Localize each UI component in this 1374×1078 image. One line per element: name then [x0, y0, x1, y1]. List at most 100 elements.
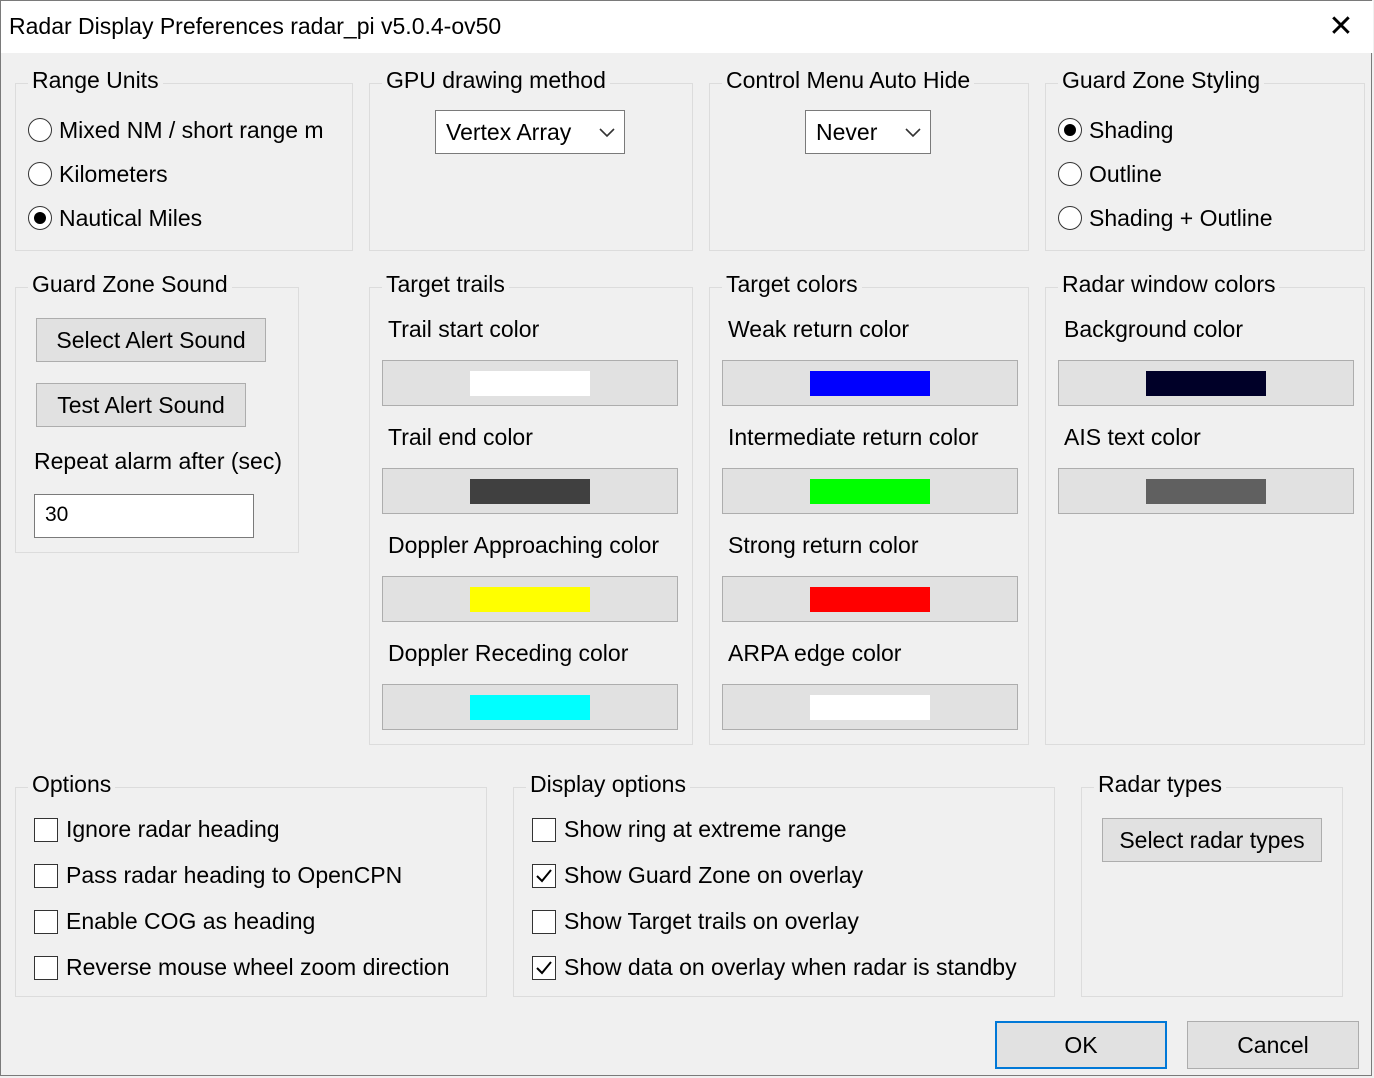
color-swatch — [810, 587, 930, 612]
ais-text-color-label: AIS text color — [1064, 424, 1201, 450]
strong-return-color-label: Strong return color — [728, 532, 919, 558]
control-menu-select[interactable]: Never — [805, 110, 931, 154]
chevron-down-icon — [599, 128, 615, 138]
control-menu-select-value: Never — [816, 119, 878, 145]
close-icon[interactable]: ✕ — [1323, 9, 1359, 45]
range-units-label: Range Units — [28, 67, 163, 94]
ok-button[interactable]: OK — [995, 1021, 1167, 1069]
repeat-alarm-value: 30 — [45, 503, 69, 526]
gpu-group: GPU drawing method Vertex Array — [369, 67, 693, 251]
strong-return-color-button[interactable] — [722, 576, 1018, 622]
arpa-edge-color-label: ARPA edge color — [728, 640, 902, 666]
radio-shading-outline[interactable] — [1058, 206, 1082, 230]
gpu-select[interactable]: Vertex Array — [435, 110, 625, 154]
radio-outline[interactable] — [1058, 162, 1082, 186]
show-ring-extreme-range-checkbox[interactable] — [532, 818, 556, 842]
weak-return-color-button[interactable] — [722, 360, 1018, 406]
enable-cog-heading-label: Enable COG as heading — [66, 908, 316, 934]
guard-zone-sound-group: Guard Zone Sound Select Alert Sound Test… — [15, 271, 299, 553]
guard-zone-styling-label: Guard Zone Styling — [1058, 67, 1265, 94]
trail-start-color-button[interactable] — [382, 360, 678, 406]
enable-cog-heading-checkbox[interactable] — [34, 910, 58, 934]
test-alert-sound-button[interactable]: Test Alert Sound — [36, 383, 246, 427]
pass-radar-heading-label: Pass radar heading to OpenCPN — [66, 862, 403, 888]
radar-window-colors-label: Radar window colors — [1058, 271, 1280, 298]
radio-kilometers[interactable] — [28, 162, 52, 186]
show-guard-zone-overlay-checkbox[interactable] — [532, 864, 556, 888]
reverse-mouse-wheel-label: Reverse mouse wheel zoom direction — [66, 954, 450, 980]
show-data-overlay-standby-checkbox[interactable] — [532, 956, 556, 980]
color-swatch — [810, 479, 930, 504]
radar-window-colors-group: Radar window colors Background color AIS… — [1045, 271, 1365, 745]
guard-zone-styling-group: Guard Zone Styling Shading Outline Shadi… — [1045, 67, 1365, 251]
doppler-approaching-color-label: Doppler Approaching color — [388, 532, 660, 558]
repeat-alarm-input[interactable]: 30 — [34, 494, 254, 538]
radio-mixed-nm-label: Mixed NM / short range m — [59, 117, 324, 143]
cancel-button[interactable]: Cancel — [1187, 1021, 1359, 1069]
radio-nautical-miles-label: Nautical Miles — [59, 205, 203, 231]
chevron-down-icon — [905, 128, 921, 138]
range-units-group: Range Units Mixed NM / short range m Kil… — [15, 67, 353, 251]
color-swatch — [810, 695, 930, 720]
color-swatch — [1146, 371, 1266, 396]
radio-shading[interactable] — [1058, 118, 1082, 142]
gpu-select-value: Vertex Array — [446, 119, 572, 145]
gpu-label: GPU drawing method — [382, 67, 610, 94]
window-title: Radar Display Preferences radar_pi v5.0.… — [9, 13, 502, 39]
radio-outline-label: Outline — [1089, 161, 1162, 187]
doppler-receding-color-label: Doppler Receding color — [388, 640, 629, 666]
show-ring-extreme-range-label: Show ring at extreme range — [564, 816, 847, 842]
color-swatch — [1146, 479, 1266, 504]
doppler-approaching-color-button[interactable] — [382, 576, 678, 622]
display-options-group: Display options Show ring at extreme ran… — [513, 771, 1055, 997]
radio-kilometers-label: Kilometers — [59, 161, 168, 187]
trail-start-color-label: Trail start color — [388, 316, 540, 342]
color-swatch — [470, 695, 590, 720]
check-icon — [536, 961, 552, 975]
repeat-alarm-label: Repeat alarm after (sec) — [34, 448, 282, 474]
target-colors-group: Target colors Weak return color Intermed… — [709, 271, 1029, 745]
intermediate-return-color-button[interactable] — [722, 468, 1018, 514]
doppler-receding-color-button[interactable] — [382, 684, 678, 730]
check-icon — [536, 869, 552, 883]
radar-types-label: Radar types — [1094, 771, 1227, 798]
guard-zone-sound-label: Guard Zone Sound — [28, 271, 232, 298]
target-trails-group: Target trails Trail start color Trail en… — [369, 271, 693, 745]
display-options-label: Display options — [526, 771, 690, 798]
ignore-radar-heading-label: Ignore radar heading — [66, 816, 280, 842]
ignore-radar-heading-checkbox[interactable] — [34, 818, 58, 842]
color-swatch — [470, 371, 590, 396]
options-label: Options — [28, 771, 116, 798]
title-bar: Radar Display Preferences radar_pi v5.0.… — [1, 1, 1373, 53]
weak-return-color-label: Weak return color — [728, 316, 910, 342]
intermediate-return-color-label: Intermediate return color — [728, 424, 979, 450]
arpa-edge-color-button[interactable] — [722, 684, 1018, 730]
radio-shading-outline-label: Shading + Outline — [1089, 205, 1273, 231]
show-data-overlay-standby-label: Show data on overlay when radar is stand… — [564, 954, 1017, 980]
show-target-trails-overlay-checkbox[interactable] — [532, 910, 556, 934]
trail-end-color-button[interactable] — [382, 468, 678, 514]
target-colors-label: Target colors — [722, 271, 862, 298]
color-swatch — [470, 479, 590, 504]
color-swatch — [810, 371, 930, 396]
trail-end-color-label: Trail end color — [388, 424, 533, 450]
control-menu-label: Control Menu Auto Hide — [722, 67, 975, 94]
pass-radar-heading-checkbox[interactable] — [34, 864, 58, 888]
radio-nautical-miles[interactable] — [28, 206, 52, 230]
radar-types-group: Radar types Select radar types — [1081, 771, 1343, 997]
radio-shading-label: Shading — [1089, 117, 1174, 143]
preferences-dialog: Radar Display Preferences radar_pi v5.0.… — [0, 0, 1373, 1076]
reverse-mouse-wheel-checkbox[interactable] — [34, 956, 58, 980]
show-guard-zone-overlay-label: Show Guard Zone on overlay — [564, 862, 864, 888]
target-trails-label: Target trails — [382, 271, 509, 298]
background-color-button[interactable] — [1058, 360, 1354, 406]
color-swatch — [470, 587, 590, 612]
options-group: Options Ignore radar heading Pass radar … — [15, 771, 487, 997]
select-radar-types-button[interactable]: Select radar types — [1102, 818, 1322, 862]
show-target-trails-overlay-label: Show Target trails on overlay — [564, 908, 859, 934]
ais-text-color-button[interactable] — [1058, 468, 1354, 514]
background-color-label: Background color — [1064, 316, 1243, 342]
control-menu-group: Control Menu Auto Hide Never — [709, 67, 1029, 251]
select-alert-sound-button[interactable]: Select Alert Sound — [36, 318, 266, 362]
radio-mixed-nm[interactable] — [28, 118, 52, 142]
